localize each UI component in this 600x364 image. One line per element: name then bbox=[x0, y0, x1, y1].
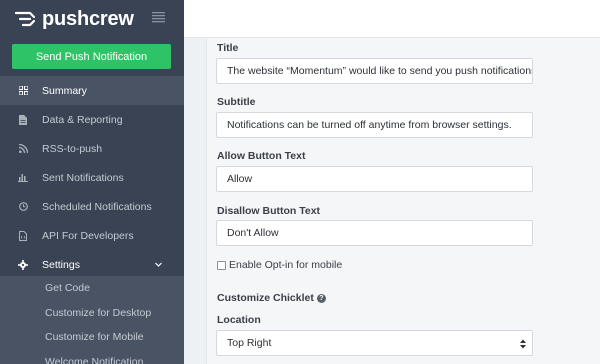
submenu-item-welcome-notification[interactable]: Welcome Notification bbox=[0, 350, 184, 364]
optin-mobile-checkbox[interactable] bbox=[217, 260, 226, 270]
sidebar-item-sent-notifications[interactable]: Sent Notifications bbox=[0, 163, 184, 192]
brand[interactable]: pushcrew bbox=[0, 0, 184, 38]
submenu-item-customize-desktop[interactable]: Customize for Desktop bbox=[0, 301, 184, 326]
location-select[interactable]: Top Right bbox=[216, 330, 533, 356]
title-input[interactable]: The website “Momentum” would like to sen… bbox=[216, 58, 533, 84]
hamburger-menu-icon[interactable] bbox=[152, 11, 165, 23]
sidebar-item-label: Scheduled Notifications bbox=[42, 200, 152, 213]
sidebar-item-rss-to-push[interactable]: RSS-to-push bbox=[0, 134, 184, 163]
select-arrows-icon bbox=[520, 339, 526, 349]
customize-mobile-form: Title The website “Momentum” would like … bbox=[206, 38, 600, 364]
submenu-item-get-code[interactable]: Get Code bbox=[0, 276, 184, 301]
sidebar-nav: Summary Data & Reporting RSS-to-push Sen… bbox=[0, 76, 184, 279]
allow-button-text-label: Allow Button Text bbox=[217, 150, 306, 162]
rss-icon bbox=[18, 144, 28, 154]
clock-icon bbox=[18, 202, 28, 212]
sidebar-item-summary[interactable]: Summary bbox=[0, 76, 184, 105]
customize-chicklet-label: Customize Chicklet bbox=[217, 292, 314, 304]
disallow-button-text-label: Disallow Button Text bbox=[217, 205, 321, 217]
brand-name: pushcrew bbox=[42, 7, 134, 30]
location-label: Location bbox=[217, 314, 261, 326]
sidebar-item-label: Settings bbox=[42, 258, 80, 271]
chevron-down-icon[interactable] bbox=[155, 261, 162, 268]
submenu-item-customize-mobile[interactable]: Customize for Mobile bbox=[0, 325, 184, 350]
customize-chicklet-heading: Customize Chicklet? bbox=[217, 292, 326, 304]
subtitle-input[interactable]: Notifications can be turned off anytime … bbox=[216, 112, 533, 138]
bar-chart-icon bbox=[18, 173, 28, 183]
sidebar-item-label: API For Developers bbox=[42, 229, 134, 242]
location-selected-value: Top Right bbox=[227, 337, 272, 349]
send-push-notification-button[interactable]: Send Push Notification bbox=[12, 44, 171, 69]
document-icon bbox=[18, 114, 28, 125]
settings-submenu: Get Code Customize for Desktop Customize… bbox=[0, 276, 184, 364]
subtitle-label: Subtitle bbox=[217, 96, 256, 108]
grid-icon bbox=[18, 86, 28, 96]
sidebar-item-label: Summary bbox=[42, 84, 87, 97]
sidebar-item-data-reporting[interactable]: Data & Reporting bbox=[0, 105, 184, 134]
code-file-icon bbox=[18, 230, 28, 241]
gear-icon bbox=[18, 259, 28, 270]
sidebar-item-label: Data & Reporting bbox=[42, 113, 123, 126]
optin-mobile-label: Enable Opt-in for mobile bbox=[229, 259, 343, 271]
title-label: Title bbox=[217, 42, 239, 54]
sidebar-item-label: Sent Notifications bbox=[42, 171, 124, 184]
sidebar-item-scheduled-notifications[interactable]: Scheduled Notifications bbox=[0, 192, 184, 221]
sidebar: pushcrew Send Push Notification Summary … bbox=[0, 0, 184, 364]
disallow-button-text-input[interactable]: Don't Allow bbox=[216, 220, 533, 246]
sidebar-item-label: RSS-to-push bbox=[42, 142, 103, 155]
help-icon[interactable]: ? bbox=[316, 293, 326, 303]
optin-mobile-row: Enable Opt-in for mobile bbox=[217, 259, 342, 271]
sidebar-item-settings[interactable]: Settings bbox=[0, 250, 184, 279]
pushcrew-logo-icon bbox=[14, 11, 36, 27]
sidebar-item-api-for-developers[interactable]: API For Developers bbox=[0, 221, 184, 250]
top-bar bbox=[184, 0, 600, 38]
allow-button-text-input[interactable]: Allow bbox=[216, 166, 533, 192]
